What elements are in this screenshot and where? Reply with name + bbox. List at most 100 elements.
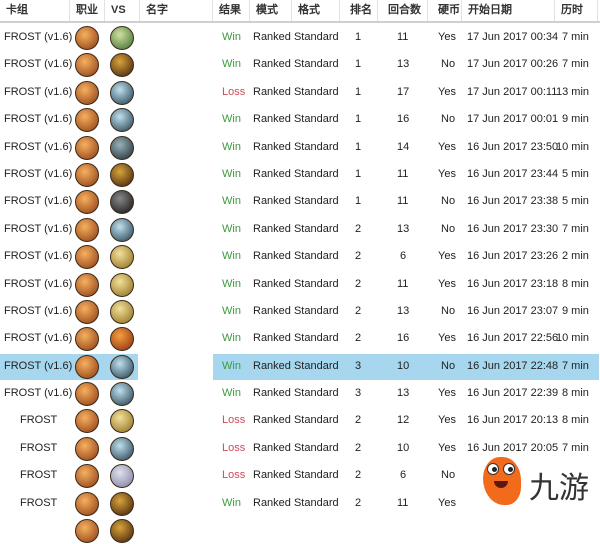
deck-name: FROST (v1.6) xyxy=(4,113,73,126)
table-row[interactable]: FROST (v1.6) Win Ranked Standard 2 6 Yes 16 Ju… xyxy=(0,243,600,270)
table-row[interactable]: FROST (v1.6) Win Ranked Standard 2 13 No 16 Ju… xyxy=(0,298,600,325)
column-header[interactable]: 硬币 xyxy=(428,0,462,21)
mage-class-icon xyxy=(75,135,99,160)
table-row[interactable]: FROST (v1.6) Win Ranked Standard 1 11 Yes 16 J… xyxy=(0,161,600,188)
column-header[interactable]: 排名 xyxy=(340,0,378,21)
turn-count: 10 xyxy=(397,441,410,454)
game-mode: Ranked Standard xyxy=(253,496,339,509)
game-mode: Ranked Standard xyxy=(253,469,339,482)
start-date: 16 Jun 2017 23:44 xyxy=(467,167,559,180)
column-header[interactable]: 格式 xyxy=(292,0,340,21)
column-header[interactable]: 名字 xyxy=(140,0,213,21)
opponent-icon xyxy=(110,519,134,544)
mage-opponent-icon xyxy=(110,327,134,352)
column-header[interactable]: 开始日期 xyxy=(462,0,555,21)
table-row[interactable]: FROST (v1.6) Win Ranked Standard 1 16 No 17 Ju… xyxy=(0,106,600,133)
duration: 8 min xyxy=(562,387,589,400)
deck-name: FROST (v1.6) xyxy=(4,167,73,180)
mage-class-icon xyxy=(75,299,99,324)
shaman-opponent-icon xyxy=(110,217,134,242)
watermark-text: 九游 xyxy=(529,471,589,506)
column-header[interactable]: 结果 xyxy=(213,0,250,21)
shaman-opponent-icon xyxy=(110,436,134,461)
duration: 9 min xyxy=(562,113,589,126)
turn-count: 16 xyxy=(397,113,410,126)
table-row[interactable]: FROST (v1.6) Loss Ranked Standard 1 17 Yes 17 … xyxy=(0,79,600,106)
shaman-opponent-icon xyxy=(110,80,134,105)
deck-name: FROST xyxy=(20,441,58,454)
mascot-icon xyxy=(483,457,521,505)
turn-count: 11 xyxy=(397,277,409,290)
duration: 5 min xyxy=(562,167,589,180)
turn-count: 6 xyxy=(400,469,407,482)
result-win: Win xyxy=(222,167,241,180)
result-win: Win xyxy=(222,277,241,290)
game-mode: Ranked Standard xyxy=(253,58,339,71)
start-date: 16 Jun 2017 22:48 xyxy=(467,359,559,372)
table-row[interactable]: FROST Loss Ranked Standard 2 12 Yes 16 Jun 201… xyxy=(0,407,600,434)
turn-count: 13 xyxy=(397,304,410,317)
game-mode: Ranked Standard xyxy=(253,140,339,153)
coin: Yes xyxy=(438,387,456,400)
column-header[interactable]: 历时 xyxy=(555,0,598,21)
shaman-opponent-icon xyxy=(110,382,134,407)
table-row[interactable] xyxy=(0,517,600,544)
table-row[interactable]: FROST (v1.6) Win Ranked Standard 2 16 Yes 16 J… xyxy=(0,325,600,352)
table-row[interactable]: FROST (v1.6) Win Ranked Standard 3 13 Yes 16 J… xyxy=(0,380,600,407)
deck-name: FROST (v1.6) xyxy=(4,85,73,98)
coin: No xyxy=(441,195,456,208)
start-date: 16 Jun 2017 23:50 xyxy=(467,140,559,153)
result-win: Win xyxy=(222,58,241,71)
result-win: Win xyxy=(222,222,241,235)
coin: Yes xyxy=(438,441,456,454)
table-row[interactable]: FROST (v1.6) Win Ranked Standard 2 13 No 16 Ju… xyxy=(0,216,600,243)
mage-class-icon xyxy=(75,354,99,379)
game-mode: Ranked Standard xyxy=(253,222,339,235)
duration: 10 min xyxy=(556,332,590,345)
table-row[interactable]: FROST (v1.6) Win Ranked Standard 1 11 Yes 17 J… xyxy=(0,24,600,51)
game-mode: Ranked Standard xyxy=(253,250,339,263)
game-mode: Ranked Standard xyxy=(253,387,339,400)
warrior-opponent-icon xyxy=(110,162,134,187)
duration: 7 min xyxy=(562,31,589,43)
mage-class-icon xyxy=(75,245,99,270)
start-date: 17 Jun 2017 00:11 xyxy=(467,85,558,98)
deck-name: FROST (v1.6) xyxy=(4,250,73,263)
rank: 2 xyxy=(355,304,362,317)
coin: Yes xyxy=(438,250,456,263)
warrior-opponent-icon xyxy=(110,491,134,516)
table-row[interactable]: FROST (v1.6) Win Ranked Standard 1 11 No 16 Ju… xyxy=(0,188,600,215)
column-header[interactable]: 职业 xyxy=(70,0,105,21)
column-header[interactable]: VS xyxy=(105,0,140,21)
rank: 2 xyxy=(355,441,362,454)
column-header[interactable]: 模式 xyxy=(250,0,292,21)
rank: 1 xyxy=(355,140,362,153)
deck-name: FROST (v1.6) xyxy=(4,359,73,372)
rogue-opponent-icon xyxy=(110,190,134,215)
druid-opponent-icon xyxy=(110,26,134,50)
deck-name: FROST xyxy=(20,469,58,482)
deck-name: FROST (v1.6) xyxy=(4,304,73,317)
result-win: Win xyxy=(222,31,241,43)
result-win: Win xyxy=(222,140,241,153)
table-row[interactable]: FROST (v1.6) Win Ranked Standard 3 10 No 16 Ju… xyxy=(0,353,600,380)
table-row[interactable]: FROST (v1.6) Win Ranked Standard 1 13 No 17 Ju… xyxy=(0,51,600,78)
deck-name: FROST (v1.6) xyxy=(4,31,73,43)
turn-count: 16 xyxy=(397,332,410,345)
coin: Yes xyxy=(438,167,456,180)
duration: 8 min xyxy=(562,414,589,427)
table-row[interactable]: FROST (v1.6) Win Ranked Standard 2 11 Yes 16 J… xyxy=(0,271,600,298)
result-loss: Loss xyxy=(222,441,246,454)
rank: 3 xyxy=(355,387,362,400)
coin: Yes xyxy=(438,496,456,509)
game-mode: Ranked Standard xyxy=(253,85,339,98)
coin: Yes xyxy=(438,332,456,345)
rank: 1 xyxy=(355,58,362,71)
game-mode: Ranked Standard xyxy=(253,441,339,454)
watermark-logo: 九游 xyxy=(465,455,600,521)
column-header[interactable]: 回合数 xyxy=(378,0,428,21)
column-header[interactable]: 卡组 xyxy=(0,0,70,21)
table-row[interactable]: FROST (v1.6) Win Ranked Standard 1 14 Yes 16 J… xyxy=(0,134,600,161)
game-mode: Ranked Standard xyxy=(253,195,339,208)
mage-class-icon xyxy=(75,519,99,544)
